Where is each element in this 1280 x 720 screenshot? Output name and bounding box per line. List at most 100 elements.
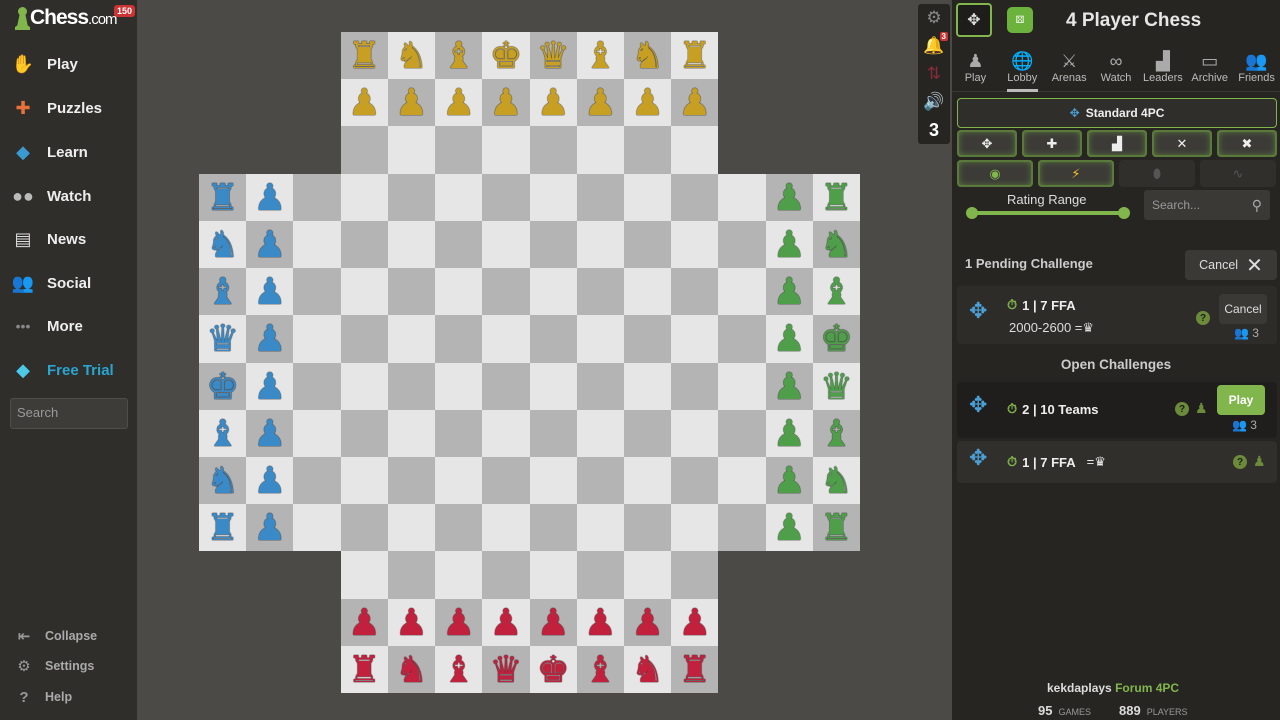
random-variant-button[interactable]: ⚄ — [1002, 3, 1038, 37]
board-square[interactable] — [529, 220, 577, 269]
board-square[interactable] — [623, 551, 672, 599]
board-square[interactable] — [387, 551, 436, 599]
red-pawn-piece[interactable]: ♟ — [584, 604, 617, 641]
board-square[interactable]: ♞ — [812, 456, 861, 505]
blue-queen-piece[interactable]: ♛ — [206, 320, 239, 357]
red-pawn-piece[interactable]: ♟ — [678, 604, 711, 641]
board-square[interactable] — [529, 126, 577, 174]
red-bishop-piece[interactable]: ♝ — [442, 651, 475, 688]
yellow-rook-piece[interactable]: ♜ — [678, 37, 711, 74]
board-square[interactable]: ♟ — [435, 598, 483, 646]
red-rook-piece[interactable]: ♜ — [678, 651, 711, 688]
blue-knight-piece[interactable]: ♞ — [206, 226, 239, 263]
board-square[interactable] — [293, 362, 341, 410]
board-square[interactable]: ♟ — [246, 362, 294, 410]
board-square[interactable] — [671, 551, 719, 599]
collapse-button[interactable]: ⇤ Collapse — [14, 625, 97, 647]
board-square[interactable] — [435, 268, 483, 316]
green-rook-piece[interactable]: ♜ — [820, 509, 853, 546]
board-square[interactable]: ♟ — [529, 79, 577, 127]
ffa-filter-button[interactable]: ✥ — [957, 130, 1017, 157]
board-square[interactable]: ♝ — [812, 268, 861, 316]
green-pawn-piece[interactable]: ♟ — [773, 462, 806, 499]
board-square[interactable] — [482, 173, 530, 221]
board-square[interactable] — [340, 551, 388, 599]
board-square[interactable] — [718, 173, 766, 221]
board-square[interactable]: ♚ — [482, 32, 530, 80]
green-pawn-piece[interactable]: ♟ — [773, 320, 806, 357]
board-square[interactable] — [435, 551, 483, 599]
board-square[interactable]: ♞ — [199, 220, 247, 269]
tab-friends[interactable]: 👥 Friends — [1233, 48, 1280, 91]
board-square[interactable]: ♟ — [246, 268, 294, 316]
blue-pawn-piece[interactable]: ♟ — [253, 273, 286, 310]
board-square[interactable] — [718, 220, 766, 269]
board-square[interactable]: ♟ — [765, 315, 813, 363]
board-square[interactable] — [576, 362, 624, 410]
board-square[interactable]: ♟ — [340, 79, 388, 127]
red-knight-piece[interactable]: ♞ — [395, 651, 428, 688]
red-pawn-piece[interactable]: ♟ — [442, 604, 475, 641]
board-square[interactable] — [482, 220, 530, 269]
board-square[interactable]: ♟ — [623, 79, 672, 127]
board-square[interactable] — [387, 409, 436, 457]
board-square[interactable]: ♟ — [246, 315, 294, 363]
blue-pawn-piece[interactable]: ♟ — [253, 462, 286, 499]
board-square[interactable]: ♟ — [340, 598, 388, 646]
help-icon[interactable]: ? — [1233, 455, 1247, 469]
yellow-knight-piece[interactable]: ♞ — [395, 37, 428, 74]
sound-button[interactable]: 🔊 — [918, 88, 950, 116]
board-square[interactable] — [529, 504, 577, 552]
board-square[interactable] — [671, 409, 719, 457]
blue-pawn-piece[interactable]: ♟ — [253, 509, 286, 546]
blue-pawn-piece[interactable]: ♟ — [253, 320, 286, 357]
board-square[interactable] — [623, 268, 672, 316]
board-square[interactable]: ♜ — [812, 173, 861, 221]
board-square[interactable] — [718, 504, 766, 552]
board-square[interactable] — [387, 456, 436, 505]
board-square[interactable] — [671, 126, 719, 174]
board-square[interactable]: ♝ — [435, 32, 483, 80]
standard-time-filter-button[interactable]: ◉ — [957, 160, 1033, 187]
board-square[interactable]: ♟ — [246, 456, 294, 505]
board-square[interactable]: ♞ — [387, 645, 436, 694]
rating-range-slider[interactable] — [966, 207, 1130, 219]
board-square[interactable] — [482, 409, 530, 457]
board-square[interactable] — [576, 315, 624, 363]
bullet-filter-button[interactable]: ⬮ — [1119, 160, 1195, 187]
board-square[interactable]: ♟ — [623, 598, 672, 646]
board-square[interactable] — [435, 173, 483, 221]
board-square[interactable] — [435, 126, 483, 174]
board-square[interactable]: ♞ — [623, 32, 672, 80]
board-square[interactable]: ♝ — [576, 32, 624, 80]
board-square[interactable] — [623, 126, 672, 174]
board-square[interactable] — [576, 409, 624, 457]
board-square[interactable]: ♟ — [671, 79, 719, 127]
red-pawn-piece[interactable]: ♟ — [395, 604, 428, 641]
red-king-piece[interactable]: ♚ — [537, 651, 570, 688]
notifications-button[interactable]: 🔔 3 — [918, 32, 950, 60]
board-square[interactable] — [529, 409, 577, 457]
sidebar-item-watch[interactable]: ●● Watch — [10, 181, 135, 211]
board-square[interactable]: ♜ — [340, 32, 388, 80]
rating-max-handle[interactable] — [1118, 207, 1130, 219]
board-square[interactable] — [576, 456, 624, 505]
board-square[interactable] — [340, 409, 388, 457]
board-square[interactable] — [671, 220, 719, 269]
sidebar-item-free-trial[interactable]: ◆ Free Trial — [10, 355, 135, 385]
board-square[interactable] — [340, 456, 388, 505]
board-square[interactable] — [387, 362, 436, 410]
board-square[interactable]: ♞ — [199, 456, 247, 505]
yellow-pawn-piece[interactable]: ♟ — [442, 84, 475, 121]
green-knight-piece[interactable]: ♞ — [820, 226, 853, 263]
board-square[interactable] — [482, 362, 530, 410]
board-square[interactable]: ♚ — [812, 315, 861, 363]
green-pawn-piece[interactable]: ♟ — [773, 415, 806, 452]
board-square[interactable] — [340, 362, 388, 410]
green-pawn-piece[interactable]: ♟ — [773, 509, 806, 546]
solo-filter-button[interactable]: ✕ — [1152, 130, 1212, 157]
board-square[interactable]: ♟ — [482, 598, 530, 646]
board-square[interactable] — [435, 220, 483, 269]
open-challenge-row[interactable]: ✥ ⏱ 2 | 10 Teams ? ♟ Play 👥 3 — [957, 382, 1277, 438]
board-square[interactable]: ♛ — [199, 315, 247, 363]
